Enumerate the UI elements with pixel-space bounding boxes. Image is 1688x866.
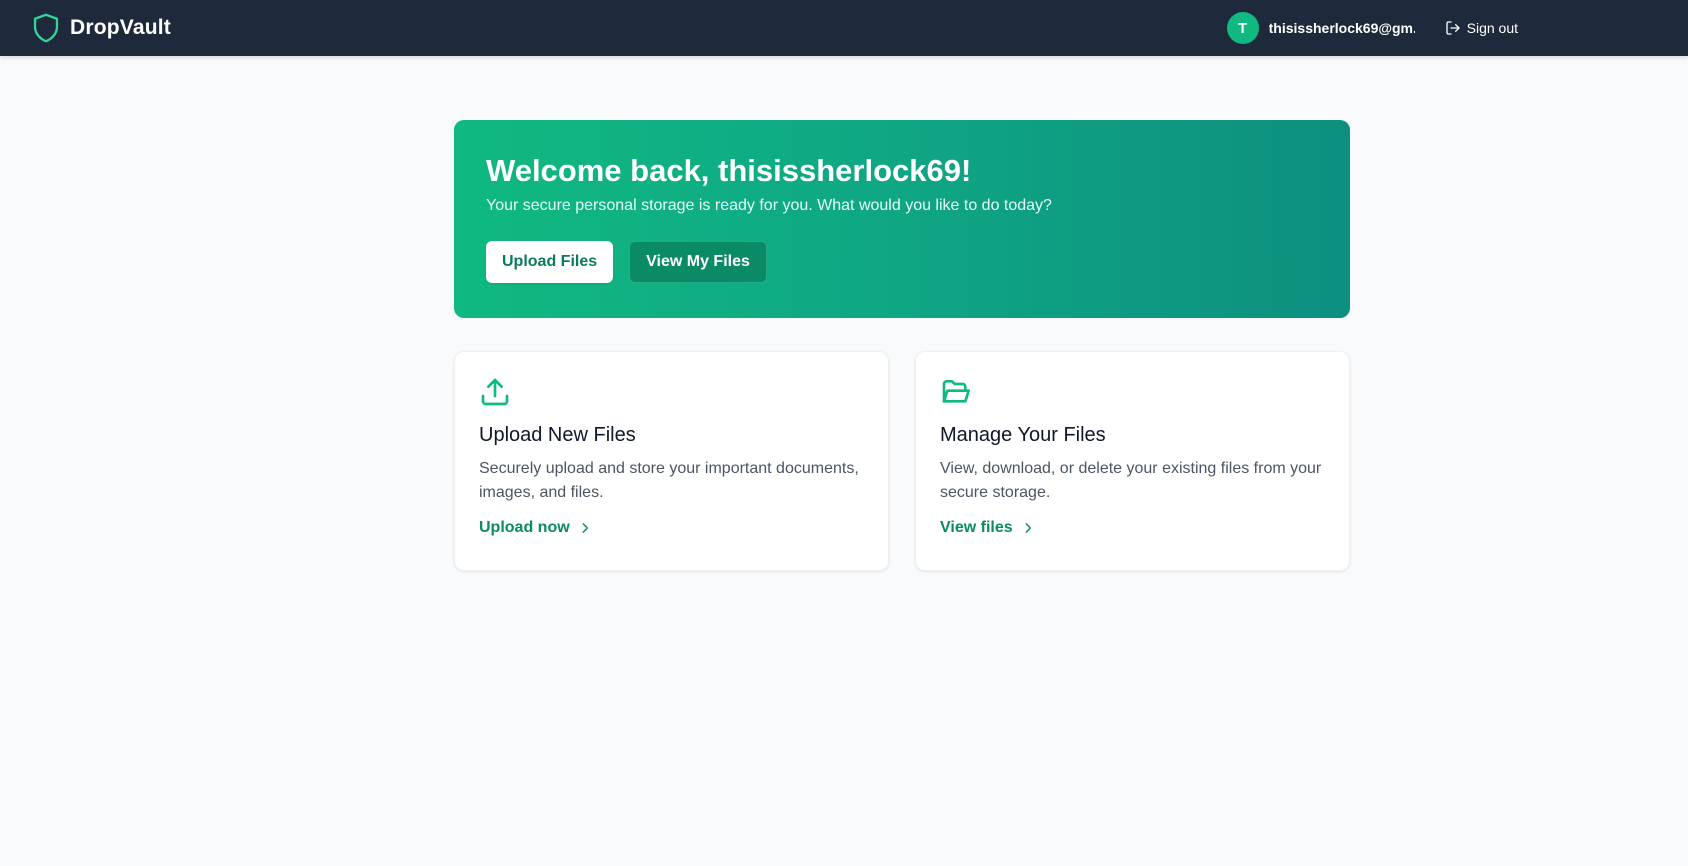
upload-now-link[interactable]: Upload now (479, 519, 864, 537)
upload-icon (481, 378, 509, 406)
sign-out-button[interactable]: Sign out (1445, 20, 1518, 36)
upload-files-button[interactable]: Upload Files (486, 241, 614, 284)
action-cards: Upload New Files Securely upload and sto… (454, 351, 1350, 571)
view-my-files-button[interactable]: View My Files (629, 241, 767, 284)
chevron-right-icon (1025, 523, 1031, 533)
user-menu[interactable]: T thisissherlock69@gm... (1226, 12, 1415, 44)
top-navbar: DropVault T thisissherlock69@gm... Sign … (0, 0, 1688, 56)
user-email: thisissherlock69@gm... (1268, 20, 1415, 36)
hero-actions: Upload Files View My Files (486, 241, 1318, 284)
chevron-right-icon (582, 523, 588, 533)
view-files-link[interactable]: View files (940, 519, 1325, 537)
welcome-banner: Welcome back, thisissherlock69! Your sec… (454, 120, 1350, 318)
card-link-label: View files (940, 519, 1013, 536)
card-link-label: Upload now (479, 519, 570, 536)
upload-card: Upload New Files Securely upload and sto… (454, 351, 889, 571)
welcome-subtitle: Your secure personal storage is ready fo… (486, 197, 1052, 215)
card-title: Manage Your Files (940, 424, 1106, 446)
brand-name: DropVault (70, 16, 171, 39)
welcome-title: Welcome back, thisissherlock69! (486, 153, 972, 188)
folder-open-icon (942, 380, 970, 403)
avatar: T (1226, 12, 1259, 44)
card-description: Securely upload and store your important… (479, 460, 859, 501)
nav-right: T thisissherlock69@gm... Sign out (1226, 12, 1518, 44)
main-content: Welcome back, thisissherlock69! Your sec… (454, 120, 1350, 571)
card-title: Upload New Files (479, 424, 636, 446)
manage-card: Manage Your Files View, download, or del… (915, 351, 1350, 571)
sign-out-label: Sign out (1466, 20, 1518, 36)
sign-out-icon (1445, 21, 1460, 35)
shield-icon (33, 13, 59, 43)
card-description: View, download, or delete your existing … (940, 460, 1322, 501)
brand[interactable]: DropVault (32, 13, 171, 43)
